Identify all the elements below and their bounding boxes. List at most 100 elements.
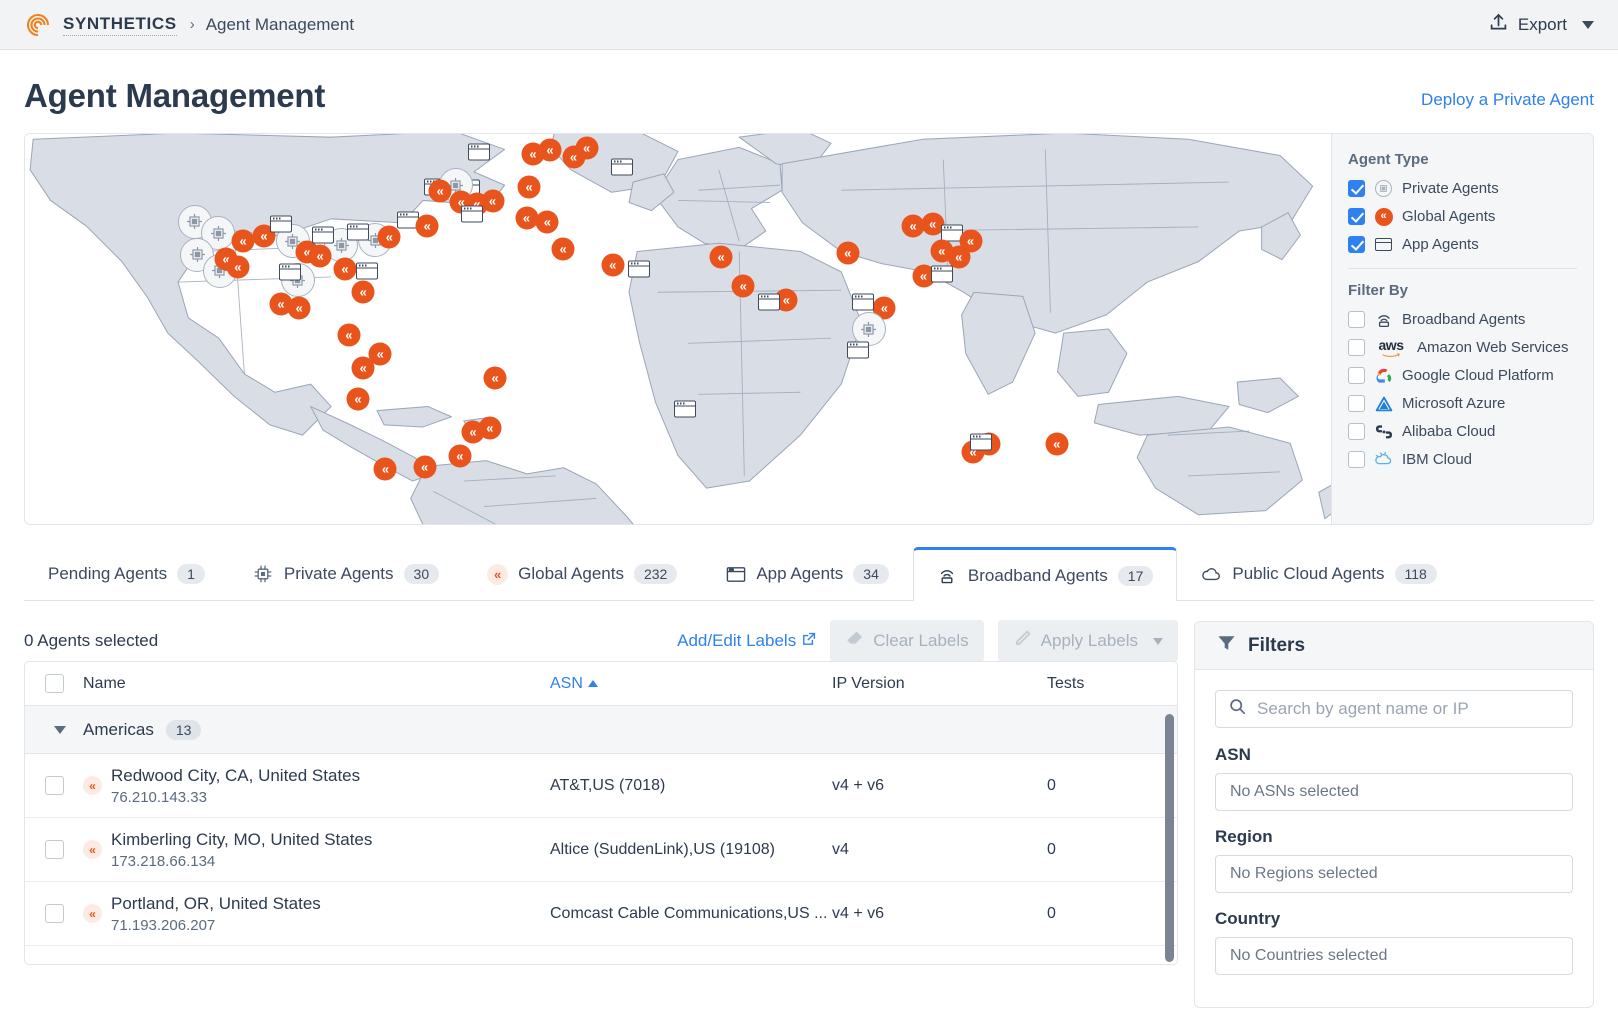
checkbox-azure[interactable] [1348, 395, 1365, 412]
map-marker-global-agent[interactable]: « [551, 237, 575, 261]
chevron-down-icon[interactable] [1153, 637, 1163, 645]
chevron-down-icon[interactable] [1582, 20, 1594, 29]
column-header-tests[interactable]: Tests [1047, 675, 1177, 693]
row-select-cell[interactable] [25, 776, 83, 795]
map-marker-app-agent[interactable] [347, 223, 370, 240]
map-marker-global-agent[interactable]: « [415, 214, 439, 238]
add-edit-labels-link[interactable]: Add/Edit Labels [677, 631, 816, 651]
filter-select-country[interactable]: No Countries selected [1215, 937, 1573, 975]
checkbox-private-agents[interactable] [1348, 180, 1365, 197]
column-header-name[interactable]: Name [83, 675, 550, 693]
map-marker-global-agent[interactable]: « [836, 241, 860, 265]
map-marker-global-agent[interactable]: « [535, 210, 559, 234]
map-marker-global-agent[interactable]: « [601, 253, 625, 277]
chevron-down-icon[interactable] [54, 725, 66, 734]
map-marker-global-agent[interactable]: « [731, 274, 755, 298]
checkbox-app-agents[interactable] [1348, 236, 1365, 253]
map-marker-global-agent[interactable]: « [483, 366, 507, 390]
map-marker-global-agent[interactable]: « [351, 280, 375, 304]
tab-pending-agents[interactable]: Pending Agents 1 [24, 547, 229, 600]
tab-app-agents[interactable]: App Agents 34 [701, 547, 913, 600]
checkbox-broadband-agents[interactable] [1348, 311, 1365, 328]
row-checkbox[interactable] [44, 776, 64, 795]
legend-item-azure[interactable]: Microsoft Azure [1348, 394, 1577, 413]
map-marker-global-agent[interactable]: « [287, 296, 311, 320]
map-marker-app-agent[interactable] [468, 143, 491, 161]
checkbox-global-agents[interactable] [1348, 208, 1365, 225]
select-all-cell[interactable] [25, 674, 83, 693]
checkbox-aws[interactable] [1348, 339, 1365, 356]
map-marker-global-agent[interactable]: « [517, 175, 541, 199]
row-checkbox[interactable] [44, 840, 64, 859]
map-marker-global-agent[interactable]: « [346, 387, 370, 411]
legend-item-alibaba[interactable]: Alibaba Cloud [1348, 422, 1577, 441]
map-marker-app-agent[interactable] [269, 215, 292, 233]
legend-divider [1348, 268, 1577, 269]
table-vertical-scrollbar[interactable] [1165, 714, 1174, 962]
row-checkbox[interactable] [44, 904, 64, 923]
apply-labels-button[interactable]: Apply Labels [997, 620, 1178, 662]
map-marker-global-agent[interactable]: « [1045, 432, 1069, 456]
agent-search-field[interactable]: Search by agent name or IP [1215, 690, 1573, 728]
map-marker-app-agent[interactable] [930, 265, 953, 283]
table-row[interactable]: « Portland, OR, United States 71.193.206… [25, 882, 1177, 946]
tab-private-agents[interactable]: Private Agents 30 [229, 547, 463, 600]
table-row[interactable]: « Redwood City, CA, United States 76.210… [25, 754, 1177, 818]
brand-breadcrumb[interactable]: SYNTHETICS [24, 11, 177, 39]
map-marker-global-agent[interactable]: « [333, 257, 357, 281]
map-marker-app-agent[interactable] [673, 400, 696, 418]
checkbox-alibaba[interactable] [1348, 423, 1365, 440]
map-marker-global-agent[interactable]: « [448, 444, 472, 468]
select-all-checkbox[interactable] [44, 674, 64, 693]
checkbox-ibm[interactable] [1348, 451, 1365, 468]
row-select-cell[interactable] [25, 904, 83, 923]
map-marker-private-agent[interactable] [851, 312, 886, 346]
filter-select-asn[interactable]: No ASNs selected [1215, 773, 1573, 811]
checkbox-gcp[interactable] [1348, 367, 1365, 384]
map-marker-global-agent[interactable]: « [478, 416, 502, 440]
clear-labels-button[interactable]: Clear Labels [830, 620, 984, 662]
map-marker-global-agent[interactable]: « [521, 142, 545, 166]
world-map[interactable]: « « « « « « « « « « « « « « « « « « « « … [25, 134, 1331, 524]
tab-public-cloud-agents[interactable]: Public Cloud Agents 118 [1177, 547, 1460, 600]
legend-item-aws[interactable]: aws Amazon Web Services [1348, 338, 1577, 357]
map-marker-global-agent[interactable]: « [377, 225, 401, 249]
tab-global-agents[interactable]: « Global Agents 232 [463, 547, 701, 600]
deploy-private-agent-link[interactable]: Deploy a Private Agent [1421, 90, 1594, 115]
map-marker-global-agent[interactable]: « [428, 179, 452, 203]
table-row[interactable]: « Kimberling City, MO, United States 173… [25, 818, 1177, 882]
map-marker-app-agent[interactable] [311, 226, 334, 244]
map-marker-global-agent[interactable]: « [481, 189, 505, 213]
map-marker-global-agent[interactable]: « [515, 206, 538, 230]
map-marker-app-agent[interactable] [279, 263, 302, 281]
map-marker-app-agent[interactable] [610, 158, 633, 176]
export-button[interactable]: Export [1488, 12, 1594, 38]
map-marker-app-agent[interactable] [460, 205, 483, 223]
legend-item-ibm[interactable]: IBM Cloud [1348, 450, 1577, 469]
map-marker-global-agent[interactable]: « [575, 136, 599, 160]
map-marker-app-agent[interactable] [847, 341, 870, 359]
legend-item-broadband-agents[interactable]: Broadband Agents [1348, 310, 1577, 329]
column-header-ip-version[interactable]: IP Version [832, 675, 1047, 693]
legend-item-private-agents[interactable]: Private Agents [1348, 179, 1577, 198]
map-marker-global-agent[interactable]: « [413, 455, 437, 479]
table-group-row-americas[interactable]: Americas 13 [25, 706, 1177, 754]
legend-item-gcp[interactable]: Google Cloud Platform [1348, 366, 1577, 385]
column-header-asn[interactable]: ASN [550, 675, 832, 693]
map-marker-global-agent[interactable]: « [709, 245, 733, 269]
legend-item-app-agents[interactable]: App Agents [1348, 235, 1577, 254]
map-marker-global-agent[interactable]: « [308, 244, 332, 268]
map-marker-app-agent[interactable] [969, 433, 992, 451]
map-marker-app-agent[interactable] [852, 293, 875, 311]
map-marker-app-agent[interactable] [627, 260, 650, 278]
legend-item-global-agents[interactable]: « Global Agents [1348, 207, 1577, 226]
map-marker-global-agent[interactable]: « [373, 457, 397, 481]
map-marker-global-agent[interactable]: « [351, 356, 375, 380]
map-marker-global-agent[interactable]: « [226, 255, 250, 279]
map-marker-global-agent[interactable]: « [337, 323, 361, 347]
tab-broadband-agents[interactable]: Broadband Agents 17 [912, 547, 1178, 601]
filter-select-region[interactable]: No Regions selected [1215, 855, 1573, 893]
row-select-cell[interactable] [25, 840, 83, 859]
map-marker-app-agent[interactable] [758, 293, 781, 311]
map-marker-app-agent[interactable] [356, 262, 379, 279]
